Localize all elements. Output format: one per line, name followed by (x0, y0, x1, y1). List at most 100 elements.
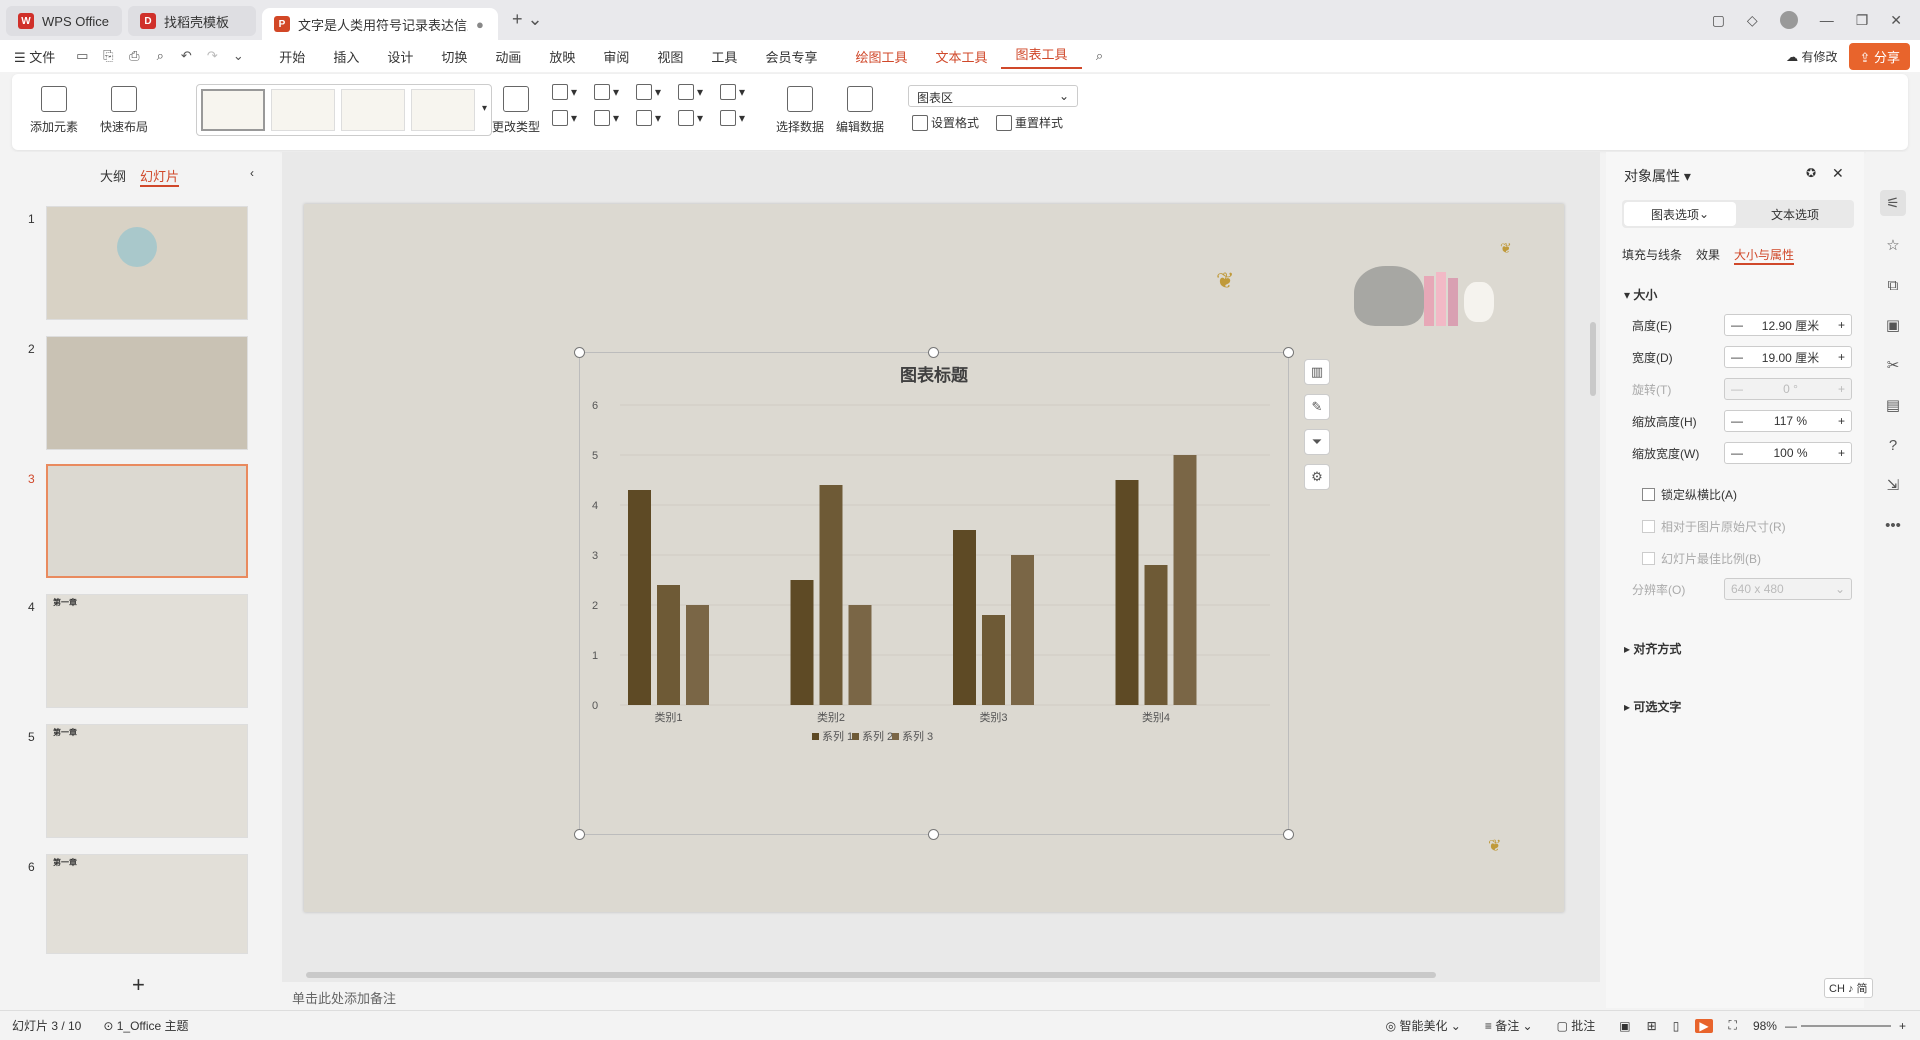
horizontal-scrollbar[interactable] (306, 972, 1436, 978)
chart-selection-frame[interactable]: 图表标题 0 1 2 3 4 5 6 类别1 类别2 类别3 类别4 系列 1 系列 2 系列 3 (579, 352, 1289, 835)
collapse-icon[interactable]: ‹ (250, 166, 254, 180)
save-icon[interactable]: ▭ (74, 48, 90, 64)
add-slide-button[interactable]: + (132, 972, 145, 998)
zoom-value[interactable]: 98% (1753, 1019, 1777, 1033)
star-icon[interactable]: ☆ (1880, 232, 1906, 258)
select-data-button[interactable]: 选择数据 (776, 86, 824, 135)
menu-design[interactable]: 设计 (373, 47, 427, 66)
bar-系列3-类别1[interactable] (686, 605, 709, 705)
comment-toggle[interactable]: ▢ 批注 (1557, 1017, 1596, 1034)
chart-elements-icon[interactable]: ▥ (1304, 359, 1330, 385)
menu-member[interactable]: 会员专享 (751, 47, 831, 66)
combo-chart-menu[interactable]: ▾ (720, 110, 745, 126)
more-icon[interactable]: ••• (1880, 512, 1906, 538)
tab-chart-options[interactable]: 图表选项 ⌄ (1624, 202, 1736, 226)
bar-系列2-类别4[interactable] (1144, 565, 1168, 705)
change-type-button[interactable]: 更改类型 (492, 86, 540, 135)
reset-style-button[interactable]: 重置样式 (996, 114, 1063, 131)
area-chart-menu[interactable]: ▾ (552, 110, 577, 126)
notes-area[interactable]: 单击此处添加备注 (282, 984, 1600, 1008)
resize-handle-b[interactable] (928, 829, 939, 840)
minimize-icon[interactable]: — (1820, 12, 1834, 28)
minus-icon[interactable]: — (1731, 414, 1743, 428)
table-chart-menu[interactable]: ▾ (720, 84, 745, 100)
scale-width-stepper[interactable]: — 100 % + (1724, 442, 1852, 464)
property-icon[interactable]: ⚟ (1880, 190, 1906, 216)
quick-layout-button[interactable]: 快速布局 (100, 86, 148, 135)
resize-handle-tl[interactable] (574, 347, 585, 358)
plus-icon[interactable]: + (1838, 414, 1845, 428)
section-alt-text[interactable]: ▸ 可选文字 (1624, 698, 1681, 715)
slide-thumbnail-4[interactable]: 第一章 (46, 594, 248, 708)
height-stepper[interactable]: — 12.90 厘米 + (1724, 314, 1852, 336)
help-icon[interactable]: ? (1880, 432, 1906, 458)
slide-thumbnail-6[interactable]: 第一章 (46, 854, 248, 954)
theme-indicator[interactable]: ⊙ 1_Office 主题 (103, 1017, 188, 1034)
reading-view-icon[interactable]: ▯ (1673, 1019, 1680, 1033)
restore-icon[interactable]: ❐ (1856, 12, 1869, 29)
tab-document[interactable]: P 文字是人类用符号记录表达信息以... ● (262, 8, 498, 40)
fit-icon[interactable]: ⛶ (1729, 1018, 1737, 1033)
menu-animation[interactable]: 动画 (481, 47, 535, 66)
radar-chart-menu[interactable]: ▾ (678, 84, 703, 100)
gallery-more-icon[interactable]: ▾ (482, 103, 487, 114)
chart-style-brush-icon[interactable]: ✎ (1304, 394, 1330, 420)
chart-style-2[interactable] (271, 89, 335, 131)
menu-drawing-tools[interactable]: 绘图工具 (841, 47, 921, 66)
hbar-chart-menu[interactable]: ▾ (594, 84, 619, 100)
subtab-effect[interactable]: 效果 (1696, 246, 1720, 265)
bar-系列3-类别4[interactable] (1173, 455, 1197, 705)
width-stepper[interactable]: — 19.00 厘米 + (1724, 346, 1852, 368)
tab-template[interactable]: D 找稻壳模板 (128, 6, 256, 36)
copy-icon[interactable]: ⧉ (1880, 272, 1906, 298)
minus-icon[interactable]: — (1731, 318, 1743, 332)
stock-chart-menu[interactable]: ▾ (594, 110, 619, 126)
subtab-fill[interactable]: 填充与线条 (1622, 246, 1682, 265)
tab-slides[interactable]: 幻灯片 (140, 166, 180, 187)
close-icon[interactable]: ✕ (1890, 12, 1902, 29)
beautify-button[interactable]: ◎ 智能美化 ⌄ (1386, 1017, 1461, 1034)
search-icon[interactable]: ⌕ (1092, 48, 1108, 64)
layout-icon[interactable]: ▢ (1712, 12, 1725, 29)
menu-tools[interactable]: 工具 (697, 47, 751, 66)
export-icon[interactable]: ⎘ (100, 48, 116, 64)
undo-icon[interactable]: ↶ (178, 48, 194, 64)
resize-handle-bl[interactable] (574, 829, 585, 840)
set-format-button[interactable]: 设置格式 (912, 114, 979, 131)
close-panel-icon[interactable]: ✕ (1832, 165, 1844, 182)
zoom-in-icon[interactable]: + (1899, 1019, 1906, 1033)
redo-icon[interactable]: ↷ (204, 48, 220, 64)
menu-text-tools[interactable]: 文本工具 (921, 47, 1001, 66)
zoom-slider[interactable] (1800, 1024, 1891, 1027)
bar-系列1-类别2[interactable] (790, 580, 814, 705)
share-icon[interactable]: ⇲ (1880, 472, 1906, 498)
subtab-size[interactable]: 大小与属性 (1734, 246, 1795, 265)
book-icon[interactable]: ▤ (1880, 392, 1906, 418)
bar-系列1-类别4[interactable] (1115, 480, 1139, 705)
minus-icon[interactable]: — (1731, 350, 1743, 364)
normal-view-icon[interactable]: ▣ (1619, 1019, 1630, 1033)
section-align[interactable]: ▸ 对齐方式 (1624, 640, 1681, 657)
slide-thumbnail-5[interactable]: 第一章 (46, 724, 248, 838)
bar-系列2-类别2[interactable] (819, 485, 843, 705)
resize-handle-t[interactable] (928, 347, 939, 358)
minus-icon[interactable]: — (1731, 446, 1743, 460)
chart-style-1[interactable] (201, 89, 265, 131)
resize-handle-br[interactable] (1283, 829, 1294, 840)
chart-settings-icon[interactable]: ⚙ (1304, 464, 1330, 490)
plus-icon[interactable]: + (1838, 350, 1845, 364)
ime-indicator[interactable]: CH ♪ 简 (1824, 978, 1873, 998)
panel-title[interactable]: 对象属性 ▾ (1624, 166, 1691, 186)
menu-transition[interactable]: 切换 (427, 47, 481, 66)
bar-系列3-类别3[interactable] (1011, 555, 1034, 705)
zoom-out-icon[interactable]: — (1785, 1019, 1797, 1033)
chart-style-4[interactable] (411, 89, 475, 131)
play-button[interactable]: ▶ (1695, 1018, 1713, 1033)
vertical-scrollbar[interactable] (1590, 322, 1596, 396)
chart-element-select[interactable]: 图表区 ⌄ (908, 85, 1078, 107)
line-chart-menu[interactable]: ▾ (636, 84, 661, 100)
menu-review[interactable]: 审阅 (589, 47, 643, 66)
section-size[interactable]: ▾ 大小 (1624, 286, 1657, 303)
slide-thumbnail-1[interactable] (46, 206, 248, 320)
plus-icon[interactable]: + (1838, 446, 1845, 460)
